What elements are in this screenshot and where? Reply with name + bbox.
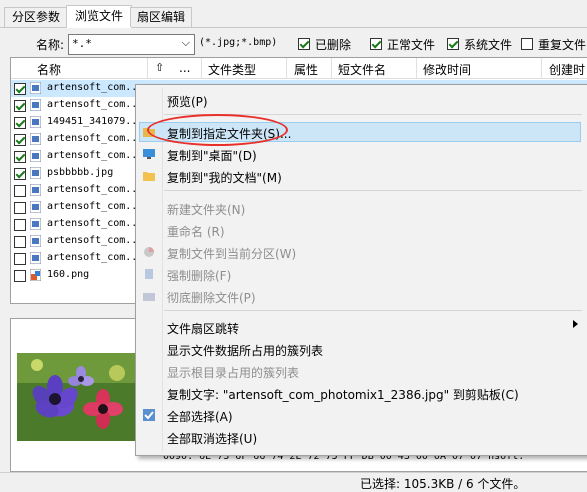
menu-copy-to-desktop[interactable]: 复制到"桌面"(D) [167, 147, 257, 164]
file-row-checkbox[interactable] [14, 236, 26, 248]
file-row-checkbox[interactable] [14, 100, 26, 112]
tab-partition-params[interactable]: 分区参数 [4, 7, 68, 27]
status-bar: 已选择: 105.3KB / 6 个文件。 [0, 472, 587, 492]
file-name: 149451_341079... [47, 116, 144, 127]
jpg-file-icon [30, 184, 41, 196]
menu-copy-to-partition[interactable]: 复制文件到当前分区(W) [167, 245, 296, 262]
file-row-checkbox[interactable] [14, 270, 26, 282]
tab-sector-edit[interactable]: 扇区编辑 [130, 7, 192, 27]
select-all-check-icon [143, 409, 155, 421]
delete-icon [145, 269, 153, 279]
column-modified-time[interactable]: 修改时间 [423, 61, 471, 78]
jpg-file-icon [30, 235, 41, 247]
column-short-name[interactable]: 短文件名 [338, 61, 386, 78]
list-header: 名称 ⇧ ... 文件类型 属性 短文件名 修改时间 创建时 [11, 58, 587, 79]
flower-preview-image [17, 353, 135, 441]
jpg-file-icon [30, 201, 41, 213]
duplicate-files-checkbox[interactable] [521, 38, 533, 50]
file-name: artensoft_com... [47, 218, 144, 229]
annotation-ring [147, 114, 288, 146]
file-row-checkbox[interactable] [14, 134, 26, 146]
extension-hint: (*.jpg;*.bmp) [199, 37, 278, 48]
menu-show-root-clusters[interactable]: 显示根目录占用的簇列表 [167, 364, 299, 381]
column-file-type[interactable]: 文件类型 [208, 61, 256, 78]
deleted-checkbox[interactable] [298, 38, 310, 50]
column-more[interactable]: ... [179, 61, 190, 75]
menu-copy-text[interactable]: 复制文字: "artensoft_com_photomix1_2386.jpg"… [167, 386, 519, 403]
file-name: artensoft_com... [47, 82, 144, 93]
file-row-checkbox[interactable] [14, 83, 26, 95]
status-text: 已选择: 105.3KB / 6 个文件。 [360, 477, 526, 491]
file-row-checkbox[interactable] [14, 202, 26, 214]
jpg-file-icon [30, 218, 41, 230]
file-name: artensoft_com... [47, 133, 144, 144]
name-filter-value: *.* [72, 37, 92, 50]
deleted-label: 已删除 [315, 38, 352, 52]
jpg-file-icon [30, 116, 41, 128]
tab-browse-files[interactable]: 浏览文件 [66, 5, 132, 28]
tab-bar: 分区参数 浏览文件 扇区编辑 [0, 0, 587, 28]
name-filter-label: 名称: [36, 38, 65, 52]
menu-copy-to-documents[interactable]: 复制到"我的文档"(M) [167, 169, 282, 186]
file-name: artensoft_com... [47, 184, 144, 195]
file-row-checkbox[interactable] [14, 253, 26, 265]
file-row-checkbox[interactable] [14, 185, 26, 197]
file-row-checkbox[interactable] [14, 151, 26, 163]
file-name: artensoft_com... [47, 235, 144, 246]
system-files-label: 系统文件 [464, 38, 513, 52]
file-name: psbbbbb.jpg [47, 167, 114, 178]
submenu-arrow-icon [573, 320, 578, 328]
chevron-down-icon[interactable]: ⌵ [182, 36, 190, 50]
up-arrow-icon[interactable]: ⇧ [155, 61, 164, 74]
jpg-file-icon [30, 99, 41, 111]
file-row-checkbox[interactable] [14, 168, 26, 180]
column-created-time[interactable]: 创建时 [549, 61, 585, 78]
partition-icon [144, 247, 154, 257]
jpg-file-icon [30, 167, 41, 179]
jpg-file-icon [30, 150, 41, 162]
documents-folder-icon [143, 172, 155, 181]
system-files-checkbox[interactable] [447, 38, 459, 50]
duplicate-files-label: 重复文件 [538, 38, 587, 52]
file-row-checkbox[interactable] [14, 117, 26, 129]
desktop-icon [143, 149, 155, 159]
menu-wipe-files[interactable]: 彻底删除文件(P) [167, 289, 256, 306]
menu-preview[interactable]: 预览(P) [167, 93, 208, 110]
menu-show-file-clusters[interactable]: 显示文件数据所占用的簇列表 [167, 342, 323, 359]
png-file-icon [30, 269, 41, 281]
normal-files-checkbox[interactable] [370, 38, 382, 50]
column-attributes[interactable]: 属性 [294, 61, 318, 78]
file-name: artensoft_com... [47, 252, 144, 263]
menu-deselect-all[interactable]: 全部取消选择(U) [167, 430, 257, 447]
menu-force-delete[interactable]: 强制删除(F) [167, 267, 231, 284]
file-name: artensoft_com... [47, 150, 144, 161]
menu-sector-jump[interactable]: 文件扇区跳转 [167, 320, 239, 337]
file-name: 160.png [47, 269, 90, 280]
column-name[interactable]: 名称 [37, 61, 61, 78]
menu-rename[interactable]: 重命名 (R) [167, 223, 225, 240]
file-row-checkbox[interactable] [14, 219, 26, 231]
name-filter-combo[interactable]: *.* ⌵ [68, 34, 195, 55]
menu-new-folder[interactable]: 新建文件夹(N) [167, 201, 245, 218]
jpg-file-icon [30, 252, 41, 264]
wipe-icon [143, 293, 155, 301]
normal-files-label: 正常文件 [387, 38, 436, 52]
menu-select-all[interactable]: 全部选择(A) [167, 408, 233, 425]
file-name: artensoft_com... [47, 201, 144, 212]
file-name: artensoft_com... [47, 99, 144, 110]
jpg-file-icon [30, 133, 41, 145]
jpg-file-icon [30, 82, 41, 94]
